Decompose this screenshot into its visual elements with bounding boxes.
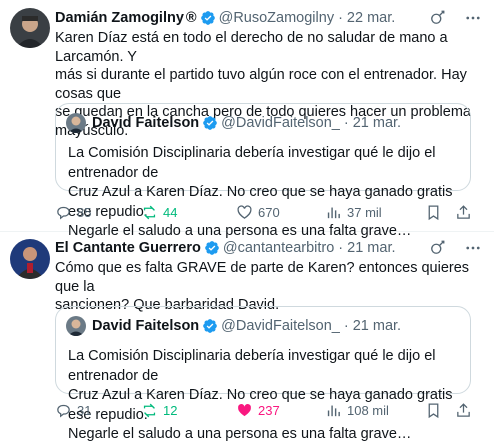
reply-icon (57, 206, 70, 219)
views-button[interactable]: 108 mil (325, 400, 389, 420)
tweet-date[interactable]: 21 mar. (347, 240, 395, 256)
verified-badge-icon (202, 318, 218, 334)
quoted-avatar (66, 316, 86, 336)
avatar[interactable] (10, 239, 50, 279)
like-icon (238, 403, 251, 416)
tweet-text-line: más si durante el partido tuvo algún roc… (55, 67, 467, 102)
quoted-author-handle: @DavidFaitelson_ (221, 115, 340, 131)
quoted-tweet-header: David Faitelson @DavidFaitelson_ · 21 ma… (66, 316, 401, 336)
repost-icon (143, 205, 156, 219)
views-button[interactable]: 37 mil (325, 202, 382, 222)
separator: · (343, 318, 349, 334)
share-button[interactable] (455, 400, 472, 420)
author-handle[interactable]: @RusoZamogilny (219, 10, 334, 26)
quoted-tweet-date: 21 mar. (352, 115, 402, 131)
author-handle[interactable]: @cantantearbitro (223, 240, 334, 256)
bookmark-button[interactable] (425, 202, 442, 222)
views-icon (327, 405, 340, 416)
tweet-text-line: Cómo que es falta GRAVE de parte de Kare… (55, 260, 470, 295)
author-name[interactable]: Damián Zamogilny (55, 10, 184, 26)
repost-count: 44 (163, 204, 178, 220)
reply-button[interactable]: 85 (55, 202, 91, 222)
reply-count: 31 (77, 402, 92, 418)
quoted-avatar (66, 113, 86, 133)
verified-badge-icon (200, 10, 216, 26)
views-count: 37 mil (347, 204, 382, 220)
tweet-action-bar: 31 12 237 108 mil (55, 400, 475, 420)
reply-count: 85 (77, 204, 92, 220)
quoted-author-name: David Faitelson (92, 318, 200, 334)
author-name-suffix: ® (185, 10, 197, 26)
quoted-tweet-text: La Comisión Disciplinaria debería invest… (68, 347, 463, 445)
share-button[interactable] (455, 202, 472, 222)
share-icon (457, 402, 470, 417)
like-icon (237, 204, 252, 219)
repost-count: 12 (163, 402, 178, 418)
like-button[interactable]: 670 (236, 202, 280, 222)
tweet[interactable]: El Cantante Guerrero @cantantearbitro · … (0, 233, 494, 442)
share-icon (457, 204, 470, 219)
quoted-tweet[interactable]: David Faitelson @DavidFaitelson_ · 21 ma… (55, 306, 471, 442)
reply-button[interactable]: 31 (55, 400, 91, 420)
tweet-date[interactable]: 22 mar. (347, 10, 395, 26)
repost-icon (143, 403, 156, 417)
tweet-action-bar: 85 44 670 37 mil (55, 202, 475, 222)
views-icon (327, 207, 340, 218)
tweet-header: Damián Zamogilny ® @RusoZamogilny · 22 m… (55, 8, 395, 28)
repost-button[interactable]: 12 (141, 400, 177, 420)
quoted-author-handle: @DavidFaitelson_ (221, 318, 340, 334)
reply-icon (57, 404, 70, 417)
quoted-tweet-text: La Comisión Disciplinaria debería invest… (68, 144, 463, 242)
like-button[interactable]: 237 (236, 400, 280, 420)
tweet[interactable]: Damián Zamogilny ® @RusoZamogilny · 22 m… (0, 0, 494, 239)
bookmark-icon (428, 402, 439, 418)
author-name[interactable]: El Cantante Guerrero (55, 240, 201, 256)
quoted-text-line: Negarle el saludo a una persona es una f… (68, 426, 412, 442)
quoted-tweet-header: David Faitelson @DavidFaitelson_ · 21 ma… (66, 113, 401, 133)
quoted-author-name: David Faitelson (92, 115, 200, 131)
views-count: 108 mil (347, 402, 389, 418)
tweet-header: El Cantante Guerrero @cantantearbitro · … (55, 238, 396, 258)
quoted-tweet-date: 21 mar. (352, 318, 402, 334)
quoted-text-line: La Comisión Disciplinaria debería invest… (68, 145, 436, 181)
like-count: 237 (258, 402, 280, 418)
verified-badge-icon (202, 115, 218, 131)
repost-button[interactable]: 44 (141, 202, 177, 222)
avatar[interactable] (10, 8, 50, 48)
bookmark-button[interactable] (425, 400, 442, 420)
tweet-text-line: Karen Díaz está en todo el derecho de no… (55, 30, 448, 65)
separator: · (338, 240, 344, 256)
like-count: 670 (258, 204, 280, 220)
quoted-tweet[interactable]: David Faitelson @DavidFaitelson_ · 21 ma… (55, 103, 471, 239)
separator: · (343, 115, 349, 131)
quoted-text-line: La Comisión Disciplinaria debería invest… (68, 348, 436, 384)
bookmark-icon (428, 204, 439, 220)
verified-badge-icon (204, 240, 220, 256)
separator: · (338, 10, 343, 26)
